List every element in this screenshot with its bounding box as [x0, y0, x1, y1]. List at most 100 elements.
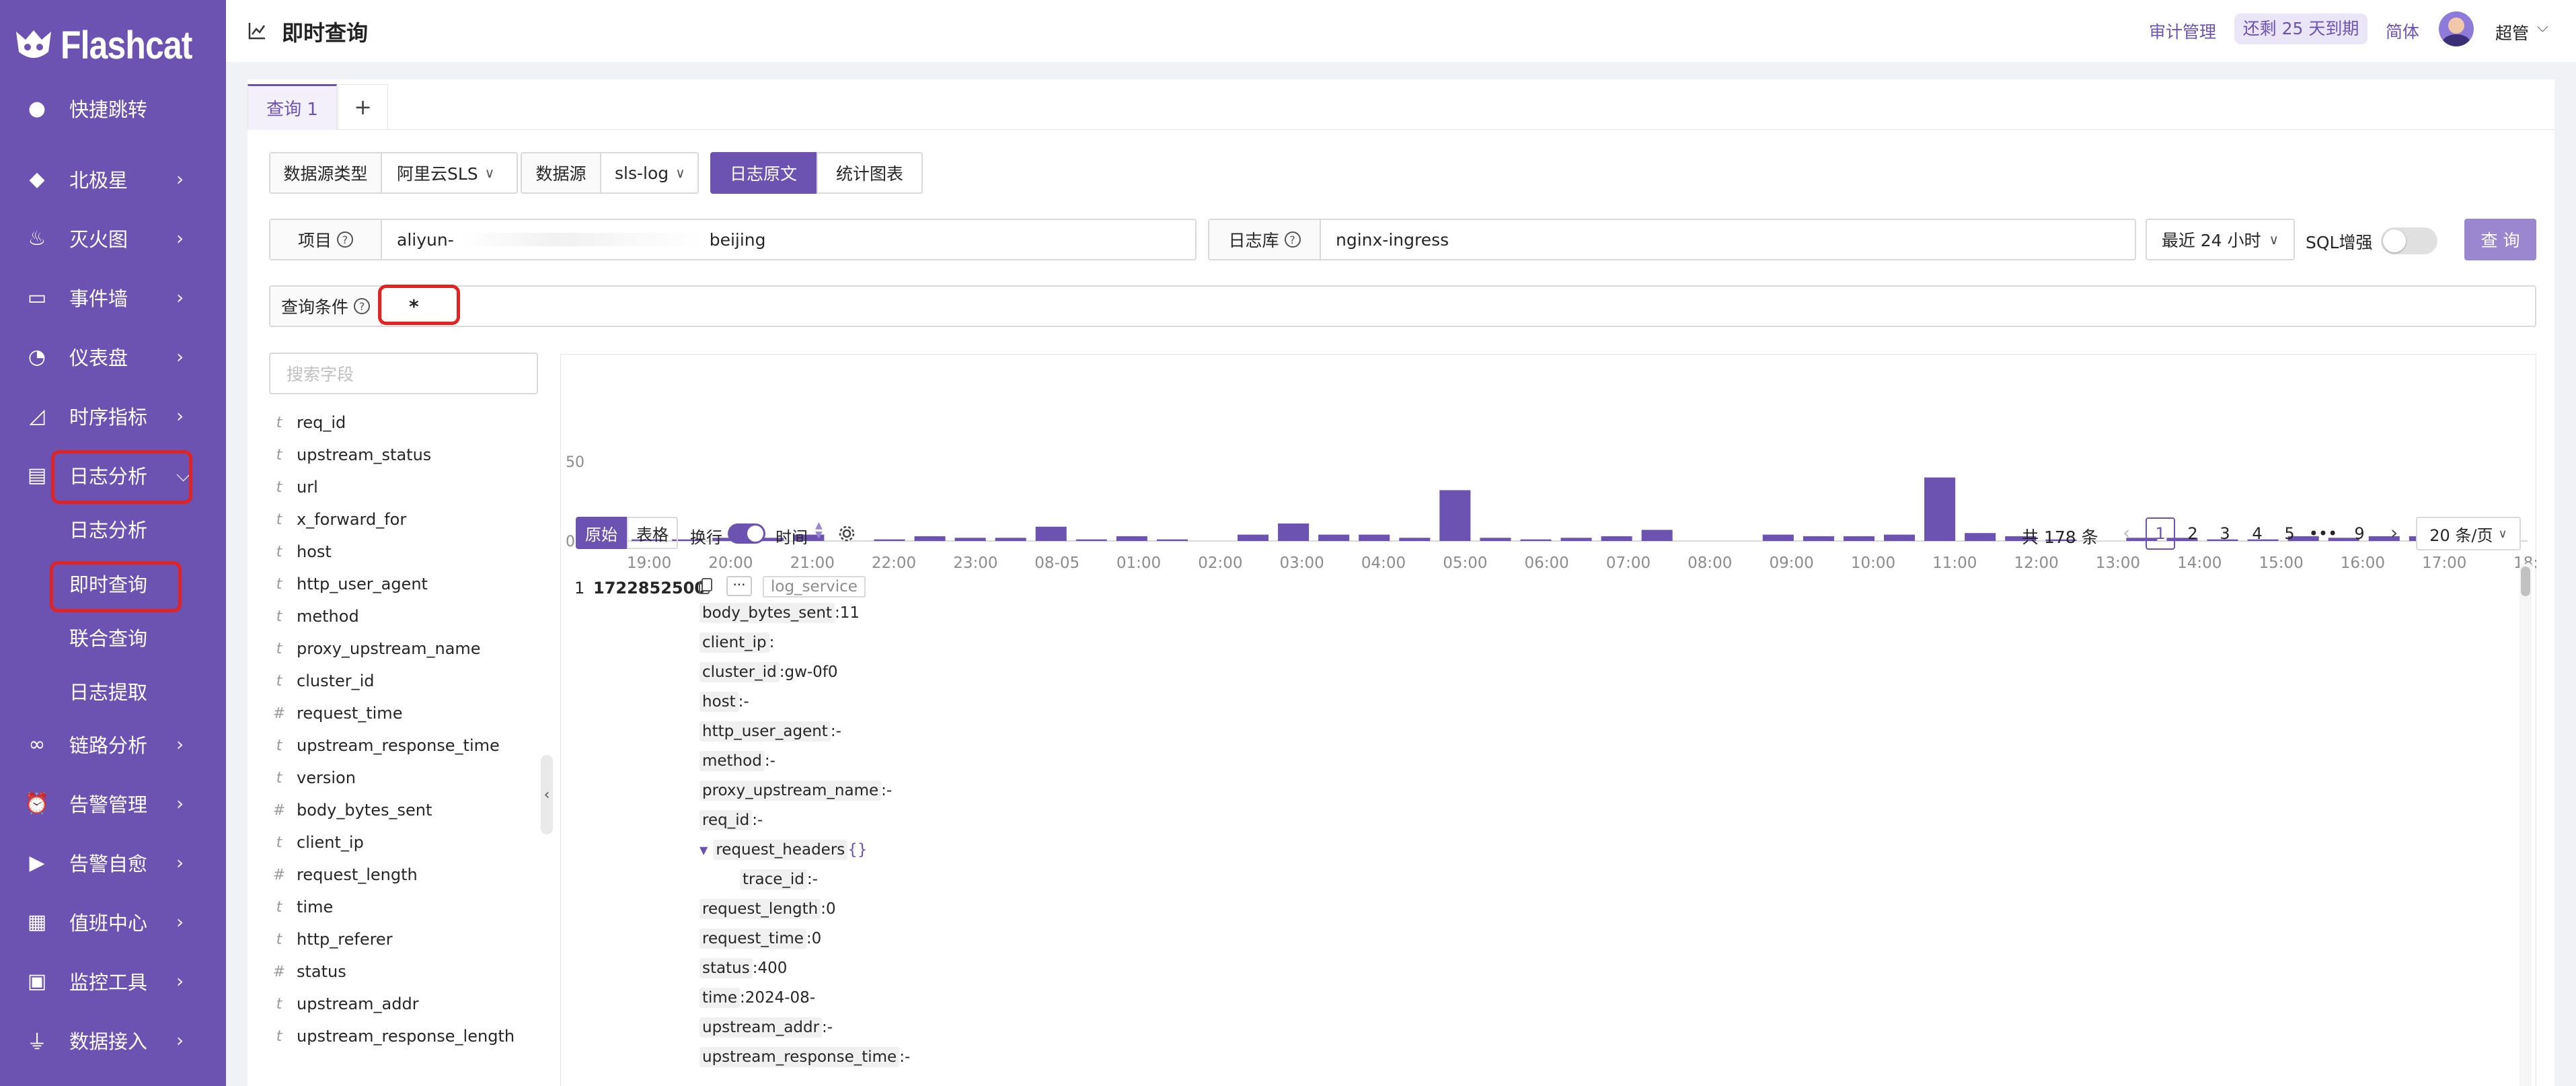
histogram-bar[interactable]	[1762, 534, 1794, 541]
page-9[interactable]: 9	[2345, 517, 2374, 550]
histogram-bar[interactable]	[1238, 534, 1269, 541]
histogram-bar[interactable]	[1965, 533, 1996, 541]
field-list-item[interactable]: # status	[273, 956, 346, 987]
logo[interactable]: Flashcat	[12, 22, 213, 69]
page-4[interactable]: 4	[2242, 517, 2272, 550]
mode-chart-button[interactable]: 统计图表	[817, 152, 923, 194]
settings-gear-icon[interactable]	[838, 525, 856, 542]
page-3[interactable]: 3	[2210, 517, 2240, 550]
sidebar-item-5[interactable]: ◿ 时序指标 ›	[0, 392, 226, 440]
mode-log-button[interactable]: 日志原文	[710, 152, 817, 194]
log-field-value[interactable]: -	[812, 871, 818, 888]
log-field-key[interactable]: req_id	[699, 810, 753, 830]
logstore-field[interactable]: 日志库? nginx-ingress	[1208, 219, 2136, 260]
histogram-bar[interactable]	[1520, 539, 1552, 541]
sidebar-item-12[interactable]: ⏚ 数据接入 ›	[0, 1016, 226, 1064]
sidebar-item-11[interactable]: ▣ 监控工具 ›	[0, 957, 226, 1005]
sidebar-item-3[interactable]: ▭ 事件墙 ›	[0, 273, 226, 322]
field-list-item[interactable]: t version	[276, 762, 356, 793]
field-list-item[interactable]: # request_time	[273, 698, 403, 729]
view-raw-button[interactable]: 原始	[576, 517, 627, 549]
time-range-picker[interactable]: 最近 24 小时 ∨	[2146, 219, 2295, 260]
view-table-button[interactable]: 表格	[627, 517, 678, 549]
histogram-bar[interactable]	[1359, 534, 1390, 541]
sidebar-item-7[interactable]: ∞ 链路分析 ›	[0, 720, 226, 768]
field-list-item[interactable]: t url	[276, 472, 318, 503]
sort-icon[interactable]: ▲ ▼	[815, 521, 823, 540]
log-field-key[interactable]: request_headers	[713, 840, 848, 860]
log-field-key[interactable]: proxy_upstream_name	[699, 781, 882, 801]
histogram-bar[interactable]	[954, 538, 986, 541]
sidebar-subitem-3[interactable]: 日志提取	[69, 671, 147, 711]
histogram-bar[interactable]	[874, 539, 905, 541]
histogram-bar[interactable]	[1318, 534, 1350, 541]
datasource-select[interactable]: 数据源 sls-log ∨	[521, 152, 699, 194]
username[interactable]: 超管	[2495, 20, 2529, 44]
page-2[interactable]: 2	[2178, 517, 2207, 550]
log-field-value[interactable]: 11	[840, 604, 860, 622]
sidebar-subitem-0[interactable]: 日志分析	[69, 509, 147, 549]
histogram-bar[interactable]	[1843, 536, 1874, 541]
log-field-value[interactable]: -	[886, 782, 892, 799]
caret-down-icon[interactable]: ▼	[699, 844, 708, 857]
page-1[interactable]: 1	[2146, 517, 2175, 550]
log-field-key[interactable]: status	[699, 958, 753, 978]
log-field-value[interactable]: -	[836, 723, 841, 740]
log-field-key[interactable]: client_ip	[699, 632, 769, 653]
sidebar-item-0[interactable]: ● 快捷跳转	[0, 84, 226, 133]
histogram-bar[interactable]	[1641, 530, 1673, 541]
field-list-item[interactable]: # body_bytes_sent	[273, 795, 432, 826]
log-field-key[interactable]: upstream_addr	[699, 1017, 823, 1038]
log-field-value[interactable]: 2024-08-	[745, 989, 815, 1007]
sql-enhance-toggle[interactable]	[2381, 227, 2437, 254]
histogram-bar[interactable]	[1480, 538, 1511, 541]
language-switch[interactable]: 简体	[2386, 19, 2419, 43]
log-field-key[interactable]: trace_id	[740, 869, 807, 890]
log-field-key[interactable]: cluster_id	[699, 662, 780, 682]
prev-page-icon[interactable]: ‹	[2123, 521, 2130, 544]
log-field-key[interactable]: body_bytes_sent	[699, 603, 835, 623]
collapse-panel-handle[interactable]: ‹	[541, 755, 553, 834]
histogram-bar[interactable]	[995, 538, 1026, 541]
histogram-bar[interactable]	[1884, 534, 1916, 541]
field-list-item[interactable]: t upstream_response_time	[276, 730, 500, 761]
more-pages-icon[interactable]: •••	[2308, 517, 2338, 550]
histogram-bar[interactable]	[1924, 477, 1956, 541]
sidebar-item-4[interactable]: ◔ 仪表盘 ›	[0, 332, 226, 381]
results-scrollbar[interactable]	[2520, 564, 2532, 1086]
log-field-value[interactable]: gw-0f0	[784, 663, 837, 681]
query-condition-field[interactable]: 查询条件? *	[269, 285, 2536, 327]
field-list-item[interactable]: # request_length	[273, 859, 418, 890]
log-field-value[interactable]: -	[905, 1048, 910, 1066]
copy-icon[interactable]	[698, 577, 713, 596]
log-field-key[interactable]: host	[699, 692, 738, 712]
log-field-value[interactable]: {}	[847, 841, 867, 859]
query-button[interactable]: 查 询	[2464, 219, 2536, 260]
field-list-item[interactable]: t client_ip	[276, 827, 364, 858]
log-field-value[interactable]: -	[770, 752, 775, 770]
histogram-bar[interactable]	[1116, 536, 1147, 541]
expiry-badge[interactable]: 还剩 25 天到期	[2234, 13, 2367, 44]
log-field-value[interactable]: -	[827, 1019, 833, 1036]
field-list-item[interactable]: t cluster_id	[276, 665, 375, 696]
histogram-bar[interactable]	[1035, 526, 1067, 541]
field-list-item[interactable]: t method	[276, 601, 359, 632]
log-field-key[interactable]: http_user_agent	[699, 721, 831, 741]
field-list-item[interactable]: t x_forward_for	[276, 504, 407, 535]
field-list-item[interactable]: t host	[276, 536, 332, 567]
histogram-bar[interactable]	[1278, 523, 1310, 541]
log-field-key[interactable]: request_length	[699, 899, 821, 919]
next-page-icon[interactable]: ›	[2390, 521, 2398, 544]
log-field-value[interactable]: 0	[812, 930, 822, 947]
field-list-item[interactable]: t proxy_upstream_name	[276, 633, 481, 664]
histogram-bar[interactable]	[1156, 539, 1188, 541]
avatar[interactable]	[2439, 11, 2474, 46]
histogram-bar[interactable]	[1560, 538, 1592, 541]
log-field-key[interactable]: method	[699, 751, 765, 771]
histogram-bar[interactable]	[1399, 538, 1431, 541]
sidebar-item-8[interactable]: ⏰ 告警管理 ›	[0, 779, 226, 828]
time-sort-label[interactable]: 时间	[775, 524, 808, 548]
log-field-value[interactable]: 0	[826, 900, 836, 918]
field-list-item[interactable]: t upstream_response_length	[276, 1021, 515, 1052]
histogram-bar[interactable]	[1803, 536, 1834, 541]
